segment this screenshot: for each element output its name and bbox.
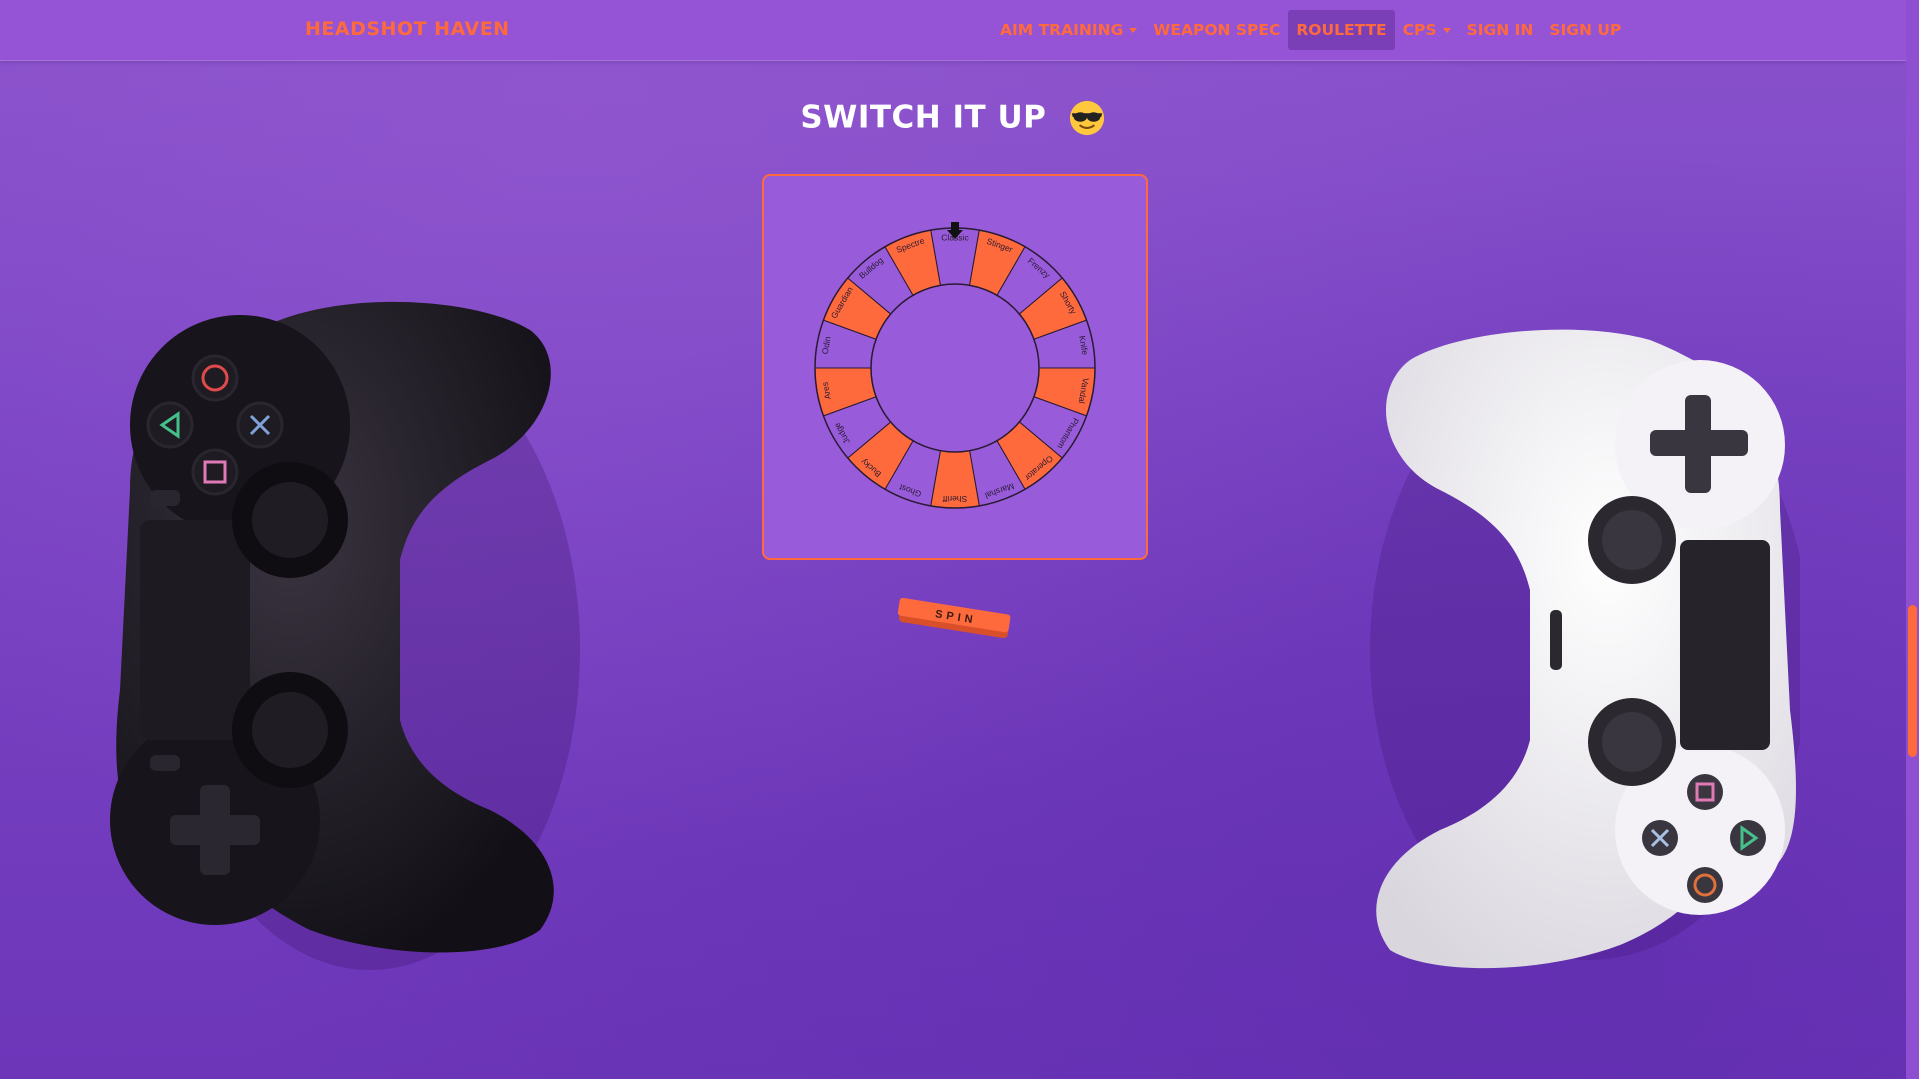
nav-sign-in[interactable]: SIGN IN: [1459, 10, 1542, 50]
chevron-down-icon: [1442, 27, 1451, 33]
nav-sign-up-label: SIGN UP: [1549, 21, 1622, 39]
smiling-face-with-sunglasses-icon: [1069, 100, 1104, 135]
nav-sign-up[interactable]: SIGN UP: [1541, 10, 1629, 50]
roulette-wheel-card: ClassicStingerFrenzyShortyKnifeVandalPha…: [762, 174, 1148, 560]
page-title: SWITCH IT UP: [0, 98, 1906, 137]
nav-weapon-spec[interactable]: WEAPON SPEC: [1145, 10, 1288, 50]
navbar: HEADSHOT HAVEN AIM TRAINING WEAPON SPEC …: [0, 0, 1906, 61]
page-title-text: SWITCH IT UP: [800, 99, 1047, 136]
nav-aim-training-label: AIM TRAINING: [1000, 21, 1124, 39]
spin-button[interactable]: SPIN: [893, 598, 1013, 646]
chevron-down-icon: [1129, 27, 1138, 33]
brand-logo[interactable]: HEADSHOT HAVEN: [305, 18, 510, 40]
white-controller-image: [1370, 329, 1800, 969]
nav-links: AIM TRAINING WEAPON SPEC ROULETTE CPS SI…: [992, 10, 1629, 50]
nav-roulette-label: ROULETTE: [1296, 21, 1387, 39]
page-scrollbar[interactable]: [1906, 0, 1919, 1079]
wheel-segment-label: Sheriff: [942, 494, 967, 504]
nav-sign-in-label: SIGN IN: [1466, 21, 1534, 39]
nav-cps[interactable]: CPS: [1395, 10, 1459, 50]
page-scrollbar-thumb[interactable]: [1908, 605, 1917, 757]
nav-weapon-spec-label: WEAPON SPEC: [1153, 21, 1281, 39]
nav-cps-label: CPS: [1402, 21, 1437, 39]
nav-aim-training[interactable]: AIM TRAINING: [992, 10, 1145, 50]
roulette-wheel[interactable]: ClassicStingerFrenzyShortyKnifeVandalPha…: [764, 176, 1146, 558]
nav-roulette[interactable]: ROULETTE: [1288, 10, 1395, 50]
black-controller-image: [110, 301, 580, 970]
